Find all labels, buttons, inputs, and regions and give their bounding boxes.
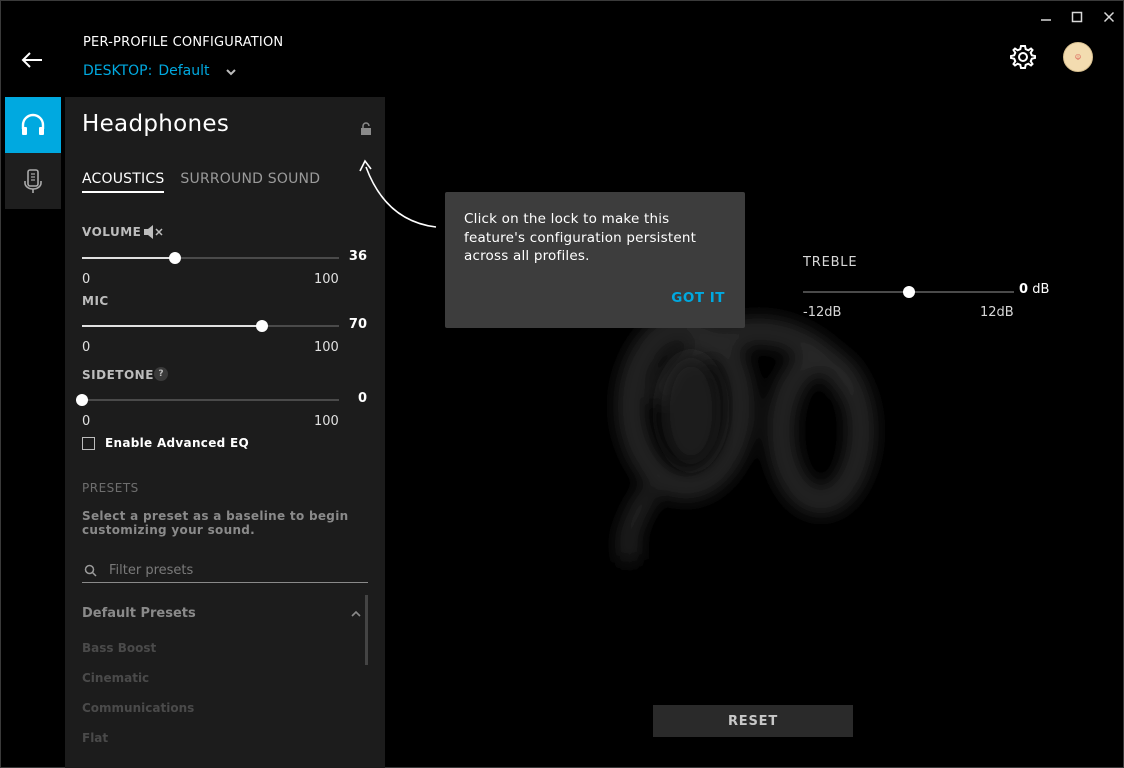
preset-item[interactable]: Bass Boost: [82, 641, 156, 655]
device-rail: [5, 97, 61, 209]
app-window: PER-PROFILE CONFIGURATION DESKTOP: Defau…: [0, 0, 1124, 768]
advanced-eq-checkbox[interactable]: [82, 436, 95, 450]
advanced-eq-toggle[interactable]: Enable Advanced EQ: [82, 436, 249, 450]
maximize-icon[interactable]: [1066, 7, 1088, 27]
reset-button[interactable]: RESET: [653, 705, 853, 737]
sidetone-value: 0: [357, 391, 367, 406]
rail-item-headphones[interactable]: [5, 97, 61, 153]
tab-bar: ACOUSTICS SURROUND SOUND: [82, 171, 320, 193]
filter-presets-input[interactable]: [109, 562, 349, 578]
presets-scrollbar[interactable]: [365, 595, 368, 665]
mute-icon[interactable]: [143, 224, 165, 240]
preset-item[interactable]: Flat: [82, 731, 108, 745]
sidetone-min: 0: [82, 414, 91, 429]
gear-icon[interactable]: [1009, 43, 1037, 71]
profile-prefix: DESKTOP:: [83, 62, 153, 79]
headphones-icon: [21, 113, 45, 135]
rail-item-microphone[interactable]: [5, 153, 61, 209]
back-arrow-icon[interactable]: [19, 47, 47, 75]
panel-title: Headphones: [82, 111, 230, 137]
help-icon[interactable]: ?: [154, 367, 168, 381]
search-icon: [84, 564, 97, 577]
sidetone-max: 100: [314, 414, 339, 429]
lock-tooltip: Click on the lock to make this feature's…: [445, 192, 745, 328]
tab-acoustics[interactable]: ACOUSTICS: [82, 171, 165, 193]
volume-label: VOLUME: [82, 225, 142, 239]
mic-max: 100: [314, 340, 339, 355]
profile-name: Default: [158, 62, 210, 79]
mic-min: 0: [82, 340, 91, 355]
avatar[interactable]: ☺: [1063, 42, 1093, 72]
treble-max: 12dB: [980, 305, 1014, 320]
tooltip-arrow: [359, 159, 437, 228]
presets-heading: PRESETS: [82, 481, 139, 495]
volume-slider[interactable]: [82, 251, 339, 265]
tooltip-text: Click on the lock to make this feature's…: [464, 211, 697, 264]
mic-value: 70: [348, 317, 367, 332]
profile-selector[interactable]: DESKTOP: Default: [83, 62, 238, 79]
default-presets-title: Default Presets: [82, 606, 196, 621]
mic-slider[interactable]: [82, 319, 339, 333]
advanced-eq-label: Enable Advanced EQ: [105, 436, 250, 450]
page-title: PER-PROFILE CONFIGURATION: [83, 35, 284, 50]
lock-icon[interactable]: [359, 122, 373, 136]
chevron-down-icon: [225, 69, 236, 76]
sidetone-slider[interactable]: [76, 393, 339, 407]
filter-presets-field[interactable]: [82, 558, 368, 583]
got-it-button[interactable]: GOT IT: [671, 290, 725, 306]
mic-label: MIC: [82, 294, 109, 308]
close-icon[interactable]: [1098, 7, 1120, 27]
presets-description: Select a preset as a baseline to begin c…: [82, 509, 349, 537]
treble-value-display: 0 dB: [1019, 282, 1049, 297]
treble-value: 0: [1019, 282, 1029, 297]
volume-max: 100: [314, 272, 339, 287]
sidetone-label: SIDETONE: [82, 368, 154, 382]
treble-slider[interactable]: [803, 285, 1014, 299]
preset-item[interactable]: Communications: [82, 701, 194, 715]
tab-surround-sound[interactable]: SURROUND SOUND: [180, 171, 320, 193]
minimize-icon[interactable]: [1035, 7, 1057, 27]
chevron-up-icon: [351, 610, 361, 617]
treble-unit: dB: [1032, 282, 1050, 297]
settings-panel: Headphones ACOUSTICS SURROUND SOUND VOLU…: [65, 97, 385, 768]
default-presets-group[interactable]: Default Presets: [82, 606, 362, 621]
volume-value: 36: [348, 249, 367, 264]
microphone-icon: [24, 169, 42, 193]
treble-min: -12dB: [803, 305, 842, 320]
treble-label: TREBLE: [803, 255, 858, 270]
preset-item[interactable]: Cinematic: [82, 671, 149, 685]
volume-min: 0: [82, 272, 91, 287]
